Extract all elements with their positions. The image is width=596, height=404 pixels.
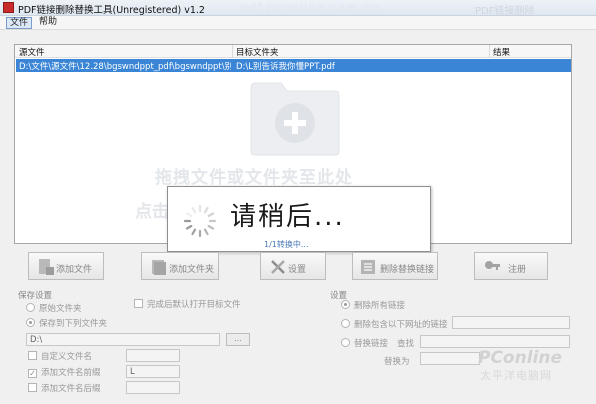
original-folder-radio[interactable] <box>26 303 35 312</box>
register-label: 注册 <box>508 265 527 275</box>
add-folder-button[interactable]: 添加文件夹 <box>141 252 219 280</box>
cell-source: D:\文件\源文件\12.28\bgswndppt_pdf\bgswndppt\… <box>19 62 231 72</box>
column-result[interactable]: 结果 <box>493 46 510 58</box>
add-prefix-option[interactable]: ✓ 添加文件名前缀 <box>28 366 101 378</box>
add-file-icon <box>39 259 54 275</box>
app-icon <box>3 2 14 13</box>
custom-name-label: 自定义文件名 <box>41 352 93 362</box>
add-folder-icon <box>250 82 340 156</box>
loading-spinner-icon <box>183 204 217 238</box>
save-to-folder-radio[interactable] <box>26 318 35 327</box>
browse-button[interactable]: ... <box>226 333 250 346</box>
progress-dialog: 请稍后... 1/1转换中... <box>167 186 431 252</box>
cell-target: D:\L别告诉我你懂PPT.pdf <box>236 62 335 72</box>
find-input[interactable] <box>420 335 570 348</box>
pconline-watermark-sub: 太平洋电脑网 <box>480 369 552 382</box>
folder-path-input[interactable]: D:\ <box>26 333 220 346</box>
save-to-folder-label: 保存到下列文件夹 <box>39 319 108 329</box>
delete-all-option[interactable]: 删除所有链接 <box>341 299 406 311</box>
register-button[interactable]: 注册 <box>474 252 548 280</box>
add-file-label: 添加文件 <box>56 265 93 275</box>
delete-replace-button[interactable]: 删除替换链接 <box>352 252 438 280</box>
add-file-button[interactable]: 添加文件 <box>28 252 104 280</box>
save-to-folder-option[interactable]: 保存到下列文件夹 <box>26 317 108 329</box>
add-suffix-option[interactable]: 添加文件名后缀 <box>28 382 101 394</box>
replace-link-option[interactable]: 替换链接 <box>341 337 389 349</box>
replace-with-input[interactable] <box>420 352 480 365</box>
column-source[interactable]: 源文件 <box>19 46 45 58</box>
column-divider[interactable] <box>232 45 233 58</box>
settings-button[interactable]: 设置 <box>260 252 326 280</box>
prefix-input[interactable]: L <box>126 365 180 378</box>
original-folder-option[interactable]: 原始文件夹 <box>26 302 82 314</box>
delete-containing-option[interactable]: 删除包含以下网址的链接 <box>341 318 448 330</box>
settings-label: 设置 <box>288 265 307 275</box>
pconline-watermark: PConline <box>478 348 563 368</box>
window-title: PDF链接删除替换工具(Unregistered) v1.2 <box>18 5 205 16</box>
custom-name-checkbox[interactable] <box>28 351 37 360</box>
progress-title: 请稍后... <box>230 202 345 232</box>
menu-file[interactable]: 文件 <box>6 17 33 29</box>
title-bar: PDF链接删除替换工具(Unregistered) v1.2 pdf.pconl… <box>0 0 596 17</box>
drop-hint: 拖拽文件或文件夹至此处 <box>155 168 353 188</box>
delete-all-radio[interactable] <box>341 300 350 309</box>
menu-help[interactable]: 帮助 <box>36 17 60 29</box>
custom-name-option[interactable]: 自定义文件名 <box>28 350 93 362</box>
delete-containing-label: 删除包含以下网址的链接 <box>354 320 448 330</box>
url-filter-input[interactable] <box>452 316 570 329</box>
tools-icon <box>271 260 285 274</box>
delete-all-label: 删除所有链接 <box>354 301 406 311</box>
table-row[interactable]: D:\文件\源文件\12.28\bgswndppt_pdf\bgswndppt\… <box>16 59 571 72</box>
add-folder-label: 添加文件夹 <box>169 265 215 275</box>
watermark-top: pdf.pconline.com.cn <box>240 1 380 15</box>
menu-bar: 文件 帮助 <box>0 16 596 30</box>
add-prefix-checkbox[interactable]: ✓ <box>28 369 37 378</box>
column-divider[interactable] <box>489 45 490 58</box>
add-suffix-checkbox[interactable] <box>28 383 37 392</box>
replace-link-label: 替换链接 <box>354 339 389 349</box>
delete-replace-label: 删除替换链接 <box>380 265 435 275</box>
watermark-right: PDF链接删除 <box>475 6 535 17</box>
column-target[interactable]: 目标文件夹 <box>236 46 279 58</box>
key-icon <box>485 261 500 270</box>
progress-status: 1/1转换中... <box>264 240 309 249</box>
add-folder-icon <box>152 260 166 275</box>
open-after-label: 完成后默认打开目标文件 <box>147 300 241 310</box>
file-list-header: 源文件 目标文件夹 结果 <box>15 45 571 58</box>
delete-containing-radio[interactable] <box>341 319 350 328</box>
save-settings-title: 保存设置 <box>18 291 53 301</box>
add-prefix-label: 添加文件名前缀 <box>41 368 101 378</box>
add-suffix-label: 添加文件名后缀 <box>41 384 101 394</box>
replace-link-radio[interactable] <box>341 338 350 347</box>
open-after-option[interactable]: 完成后默认打开目标文件 <box>134 298 241 310</box>
replace-with-label: 替换为 <box>384 357 410 367</box>
drop-hint-click: 点击 <box>135 202 169 222</box>
original-folder-label: 原始文件夹 <box>39 304 82 314</box>
suffix-input[interactable] <box>126 381 180 394</box>
link-icon <box>361 260 375 274</box>
custom-name-input[interactable] <box>126 349 180 362</box>
open-after-checkbox[interactable] <box>134 299 143 308</box>
find-label: 查找 <box>397 339 415 349</box>
